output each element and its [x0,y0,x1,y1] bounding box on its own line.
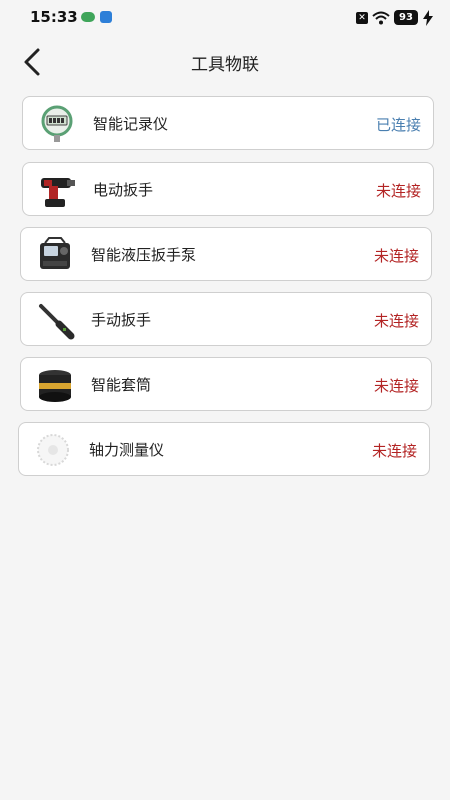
tool-card-recorder[interactable]: 智能记录仪 已连接 [22,96,434,150]
chat-app-icon [81,12,95,22]
connection-status: 已连接 [375,116,421,134]
tool-name: 智能套筒 [91,376,152,394]
charging-icon [423,10,433,26]
hydraulic-pump-icon [40,237,70,269]
connection-status: 未连接 [373,247,419,265]
tool-name: 智能记录仪 [93,115,169,133]
connection-status: 未连接 [373,312,419,330]
status-time: 15:33 [30,8,78,26]
connection-status: 未连接 [373,377,419,395]
tool-name: 轴力测量仪 [89,441,165,459]
manual-wrench-icon [39,304,75,340]
tool-card-axial-force-meter[interactable]: 轴力测量仪 未连接 [18,422,430,476]
connection-status: 未连接 [371,442,417,460]
header: 工具物联 [0,38,450,86]
tool-name: 手动扳手 [91,311,152,329]
digital-gauge-icon [41,105,73,142]
connection-status: 未连接 [375,182,421,200]
axial-force-meter-icon [37,434,69,466]
page-title: 工具物联 [191,55,259,75]
status-bar: 15:33 ✕ 93 [0,0,450,38]
smart-socket-icon [39,370,71,402]
tool-name: 电动扳手 [93,181,154,199]
tool-card-smart-socket[interactable]: 智能套筒 未连接 [20,357,432,411]
x-app-icon: ✕ [356,12,368,24]
battery-indicator: 93 [394,10,418,25]
tool-card-manual-wrench[interactable]: 手动扳手 未连接 [20,292,432,346]
tool-name: 智能液压扳手泵 [91,246,197,264]
app-notification-icon [100,11,112,23]
tool-card-electric-wrench[interactable]: 电动扳手 未连接 [22,162,434,216]
tool-card-hydraulic-pump[interactable]: 智能液压扳手泵 未连接 [20,227,432,281]
wifi-icon [372,11,390,25]
electric-wrench-icon [41,178,75,207]
